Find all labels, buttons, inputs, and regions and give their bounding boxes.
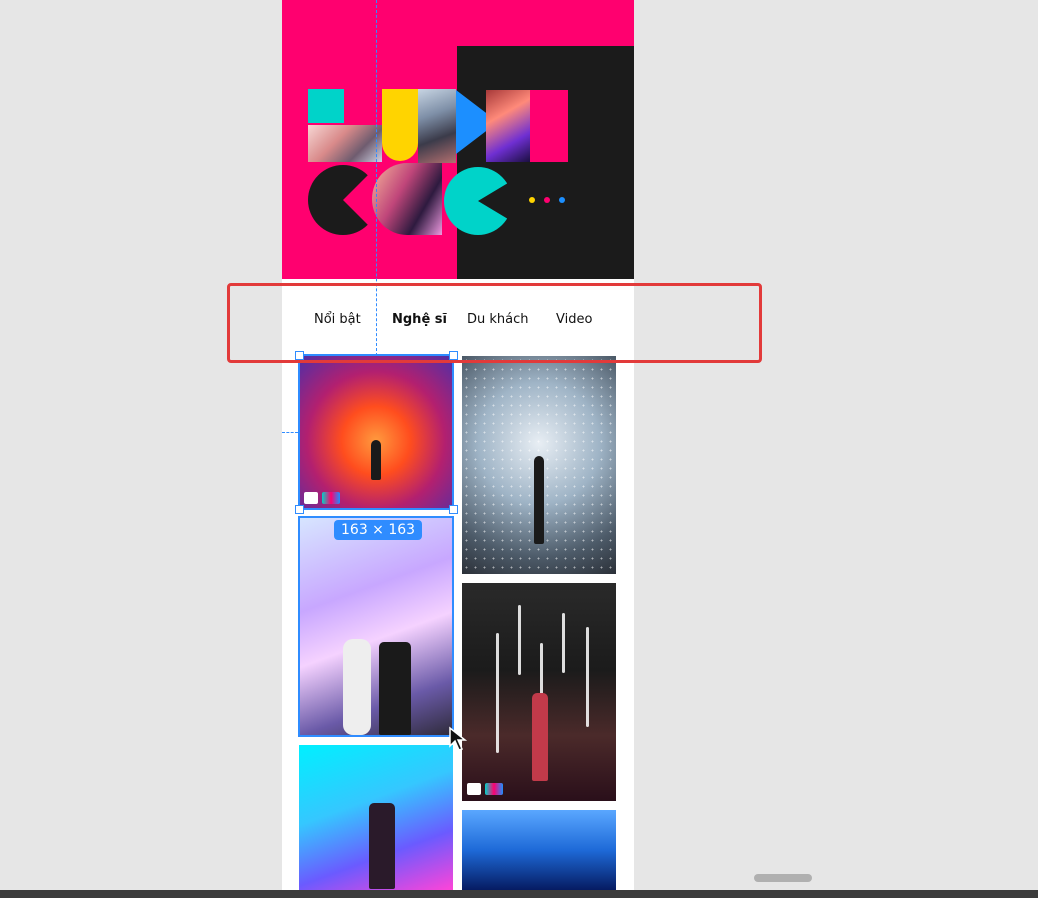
highlight-box (227, 283, 762, 363)
size-badge: 163 × 163 (334, 520, 423, 540)
blue-dot (559, 197, 565, 203)
hero-dark-panel (457, 46, 634, 279)
logo-teal-square (308, 89, 344, 123)
yellow-dot (529, 197, 535, 203)
person (532, 693, 548, 781)
photo-waterfall[interactable] (462, 810, 616, 890)
logo-magenta-block (530, 90, 568, 162)
bottom-bar (0, 890, 1038, 898)
logo-photo-tile (418, 89, 456, 163)
cursor-arrow-icon (449, 726, 468, 751)
logo-photo-tile (486, 90, 530, 162)
photo-balloons[interactable] (299, 745, 453, 890)
selection-bounds (298, 354, 454, 510)
photo-light-strings[interactable] (462, 356, 616, 574)
pink-dot (544, 197, 550, 203)
smart-guide-horizontal (282, 432, 298, 433)
resize-handle-icon[interactable] (449, 505, 458, 514)
hover-bounds (298, 516, 454, 737)
logo-photo-c (372, 163, 442, 235)
person (369, 803, 395, 889)
brand-logo (485, 783, 503, 795)
silhouette (534, 456, 544, 544)
brand-logo (467, 783, 481, 795)
logo-yellow-u (382, 89, 418, 161)
logo-dark-c (308, 165, 378, 235)
resize-handle-icon[interactable] (295, 505, 304, 514)
logo-photo-tile (308, 125, 382, 162)
photo-watermark (467, 783, 503, 795)
scrollbar-thumb[interactable] (754, 874, 812, 882)
photo-neon-room[interactable] (462, 583, 616, 801)
hero-banner (282, 0, 634, 279)
